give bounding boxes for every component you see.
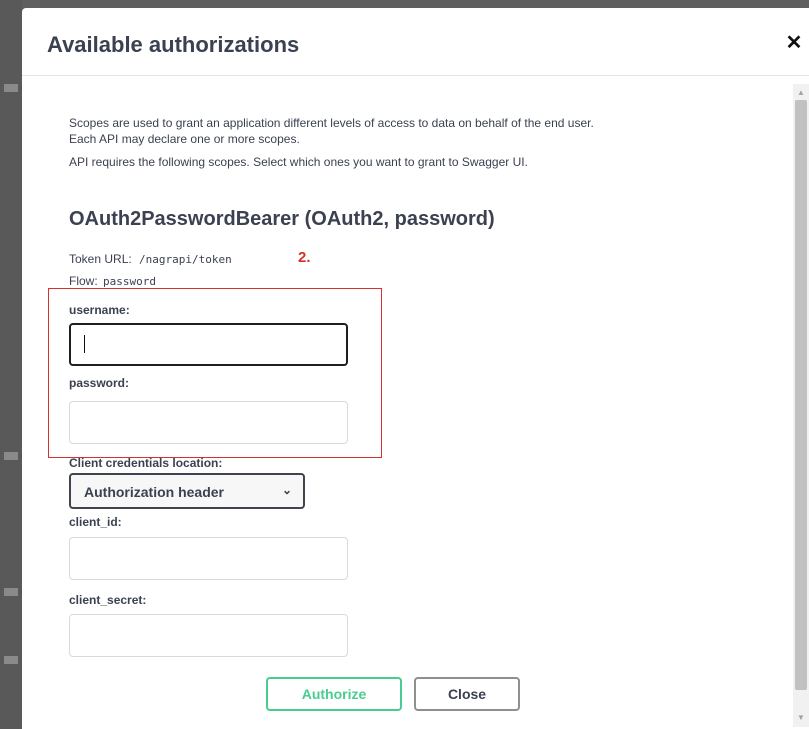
client-credentials-location-label: Client credentials location: [69,456,223,470]
modal-title: Available authorizations [47,32,300,57]
background-page-strip [0,0,22,729]
background-mark [4,452,18,460]
flow-label: Flow: [69,274,98,288]
client-secret-input[interactable] [69,614,348,657]
client-credentials-location-select[interactable]: Authorization header ⌄ [69,473,305,509]
token-url-value: /nagrapi/token [139,253,232,266]
scrollbar[interactable]: ▲ ▼ [793,84,809,727]
username-label: username: [69,303,130,317]
close-button[interactable]: Close [414,677,520,711]
flow-row: Flow: password [69,274,156,288]
scroll-down-arrow-icon[interactable]: ▼ [793,711,809,725]
authorize-button[interactable]: Authorize [266,677,402,711]
username-input[interactable] [69,323,348,366]
client-credentials-location-value: Authorization header [84,484,225,500]
password-input[interactable] [69,401,348,444]
token-url-label: Token URL: [69,252,132,266]
scheme-title: OAuth2PasswordBearer (OAuth2, password) [69,208,495,230]
background-mark [4,656,18,664]
text-caret [84,335,85,353]
background-mark [4,84,18,92]
client-id-label: client_id: [69,515,122,529]
close-x-icon[interactable]: ✕ [785,33,803,53]
password-label: password: [69,376,130,390]
background-mark [4,588,18,596]
client-secret-label: client_secret: [69,593,147,607]
annotation-number: 2. [298,249,311,266]
client-id-input[interactable] [69,537,348,580]
scopes-description-line2: Each API may declare one or more scopes. [69,132,300,146]
authorization-modal: Available authorizations ✕ ▲ ▼ Scopes ar… [22,8,809,729]
scroll-thumb[interactable] [795,100,807,690]
token-url-row: Token URL: /nagrapi/token [69,252,232,266]
modal-header: Available authorizations ✕ [22,8,809,76]
chevron-down-icon: ⌄ [281,483,292,497]
scopes-description-line3: API requires the following scopes. Selec… [69,155,528,169]
scroll-up-arrow-icon[interactable]: ▲ [793,86,809,100]
flow-value: password [103,275,156,288]
scopes-description-line1: Scopes are used to grant an application … [69,116,594,130]
